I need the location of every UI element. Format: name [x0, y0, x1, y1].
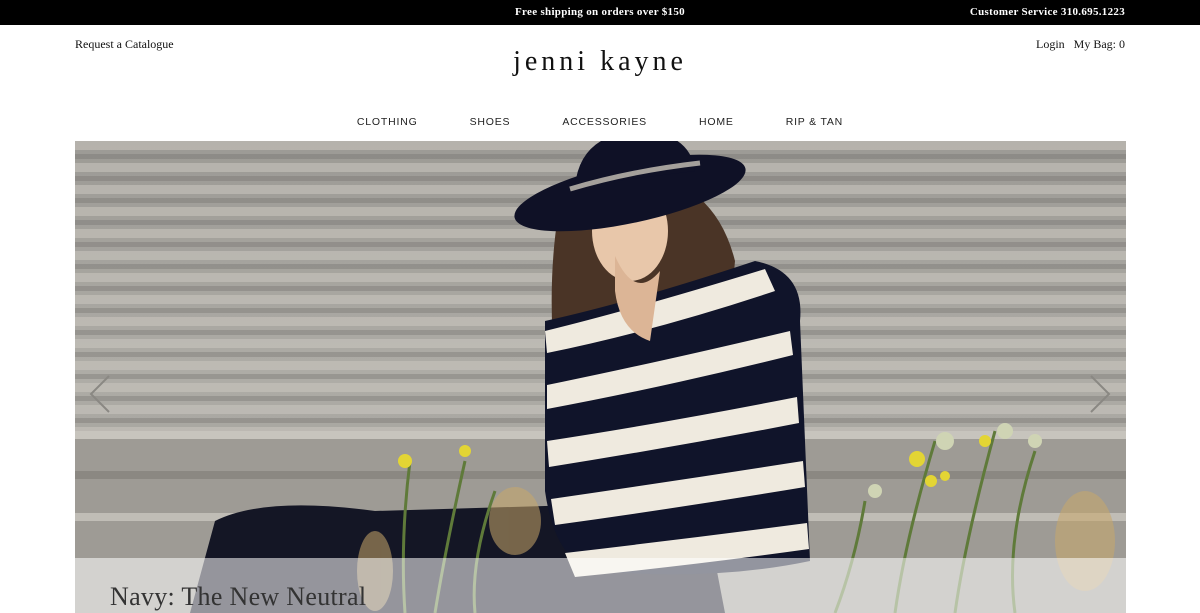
hero-photo-illustration	[75, 141, 1126, 613]
customer-service-phone[interactable]: Customer Service 310.695.1223	[970, 0, 1125, 25]
main-nav: CLOTHING SHOES ACCESSORIES HOME RIP & TA…	[0, 116, 1200, 128]
nav-item-accessories[interactable]: ACCESSORIES	[536, 116, 673, 128]
nav-item-home[interactable]: HOME	[673, 116, 760, 128]
nav-item-rip-and-tan[interactable]: RIP & TAN	[760, 116, 869, 128]
nav-item-clothing[interactable]: CLOTHING	[331, 116, 444, 128]
hero-caption-title[interactable]: Navy: The New Neutral	[110, 582, 366, 612]
carousel-prev-arrow-icon[interactable]	[85, 372, 115, 416]
carousel-next-arrow-icon[interactable]	[1085, 372, 1115, 416]
hero-banner-image[interactable]	[75, 141, 1126, 613]
brand-logo[interactable]: jenni kayne	[0, 46, 1200, 78]
announcement-bar: Free shipping on orders over $150 Custom…	[0, 0, 1200, 25]
nav-item-shoes[interactable]: SHOES	[444, 116, 537, 128]
